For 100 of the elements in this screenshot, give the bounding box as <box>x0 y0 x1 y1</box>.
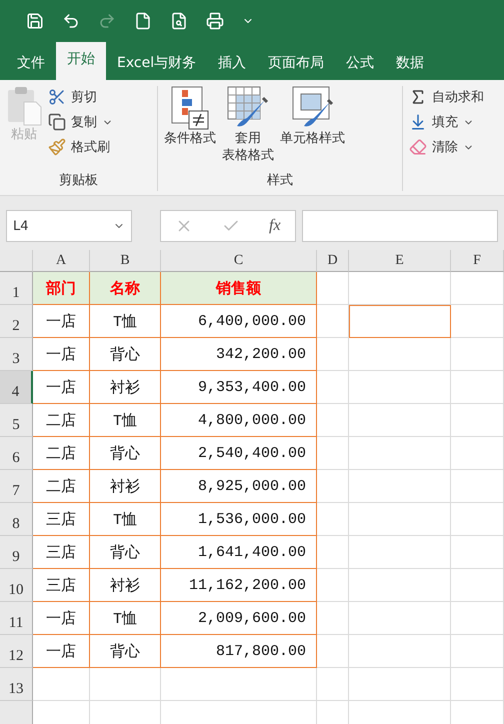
table-cell: 三店 <box>33 569 90 602</box>
empty-cell <box>317 470 349 503</box>
row-header[interactable]: 3 <box>0 338 33 371</box>
empty-cell <box>90 668 161 701</box>
formula-field[interactable] <box>302 210 498 242</box>
name-box[interactable]: L4 <box>6 210 132 242</box>
ribbon-button[interactable]: 清除 <box>409 138 484 156</box>
function-label[interactable]: fx <box>269 217 281 235</box>
group-label: 剪贴板 <box>58 172 99 190</box>
row-header[interactable]: 7 <box>0 470 33 503</box>
row-header[interactable]: 9 <box>0 536 33 569</box>
row-header[interactable]: 11 <box>0 602 33 635</box>
empty-cell <box>317 437 349 470</box>
ribbon-button[interactable]: 格式刷 <box>48 138 113 156</box>
empty-cell <box>451 569 504 602</box>
table-cell: 2,540,400.00 <box>161 437 317 470</box>
row-header[interactable]: 12 <box>0 635 33 668</box>
table-cell: 8,925,000.00 <box>161 470 317 503</box>
empty-cell <box>451 635 504 668</box>
empty-cell <box>451 602 504 635</box>
table-cell: 衬衫 <box>90 371 161 404</box>
table-cell: 衬衫 <box>90 569 161 602</box>
empty-cell <box>317 635 349 668</box>
table-cell: 销售额 <box>161 272 317 305</box>
table-cell: T恤 <box>90 602 161 635</box>
ribbon-button[interactable]: 套用 表格格式 <box>222 86 274 171</box>
empty-cell <box>451 470 504 503</box>
table-cell: 背心 <box>90 437 161 470</box>
printer-icon[interactable] <box>206 12 224 30</box>
ribbon-button[interactable]: 剪切 <box>48 88 113 106</box>
table-cell: 衬衫 <box>90 470 161 503</box>
ribbon-tab[interactable]: 插入 <box>207 46 258 80</box>
table-cell: 背心 <box>90 635 161 668</box>
table-cell: 2,009,600.00 <box>161 602 317 635</box>
empty-cell <box>451 503 504 536</box>
ribbon-button[interactable]: 填充 <box>409 113 484 131</box>
table-cell: 一店 <box>33 635 90 668</box>
table-cell: 9,353,400.00 <box>161 371 317 404</box>
ribbon-button[interactable]: 单元格样式 <box>280 86 345 171</box>
ribbon-tab[interactable]: 文件 <box>6 46 56 80</box>
row-header[interactable]: 13 <box>0 668 33 701</box>
empty-cell <box>317 668 349 701</box>
table-cell: 名称 <box>90 272 161 305</box>
row-header[interactable]: 8 <box>0 503 33 536</box>
empty-cell <box>451 338 504 371</box>
ribbon-tab[interactable]: 页面布局 <box>257 46 336 80</box>
table-cell: 一店 <box>33 602 90 635</box>
undo-icon[interactable] <box>62 12 80 30</box>
ribbon-tab[interactable]: 开始 <box>56 42 106 80</box>
print-preview-icon[interactable] <box>170 12 188 30</box>
column-header[interactable]: B <box>90 250 161 272</box>
group-label: 样式 <box>266 172 294 190</box>
new-file-icon[interactable] <box>134 12 152 30</box>
empty-cell <box>317 338 349 371</box>
empty-cell <box>317 305 349 338</box>
column-header[interactable]: F <box>451 250 504 272</box>
table-cell: 4,800,000.00 <box>161 404 317 437</box>
table-cell: 一店 <box>33 371 90 404</box>
column-header[interactable]: C <box>161 250 317 272</box>
empty-cell <box>451 305 504 338</box>
ribbon-tab[interactable]: Excel与财务 <box>106 46 208 80</box>
table-cell: 部门 <box>33 272 90 305</box>
empty-cell <box>451 668 504 701</box>
empty-cell <box>317 404 349 437</box>
ribbon-tab[interactable]: 数据 <box>385 46 436 80</box>
empty-cell <box>317 371 349 404</box>
empty-cell <box>317 503 349 536</box>
down-arrow-icon <box>409 113 427 131</box>
row-header[interactable]: 1 <box>0 272 33 305</box>
row-header[interactable]: 10 <box>0 569 33 602</box>
table-cell: 背心 <box>90 338 161 371</box>
empty-cell <box>451 536 504 569</box>
table-cell: 二店 <box>33 470 90 503</box>
save-icon[interactable] <box>26 12 44 30</box>
copy-icon <box>48 113 66 131</box>
eraser-icon <box>409 138 427 156</box>
empty-cell <box>451 272 504 305</box>
row-header[interactable]: 4 <box>0 371 33 404</box>
scissors-icon <box>48 88 66 106</box>
row-header[interactable]: 5 <box>0 404 33 437</box>
ribbon-button[interactable]: 复制 <box>48 113 113 131</box>
column-header[interactable]: D <box>317 250 349 272</box>
table-cell: 一店 <box>33 338 90 371</box>
empty-cell <box>451 371 504 404</box>
ribbon-button[interactable]: 自动求和 <box>409 88 484 106</box>
row-header[interactable]: 6 <box>0 437 33 470</box>
table-cell: 背心 <box>90 536 161 569</box>
column-header[interactable]: E <box>349 250 451 272</box>
table-cell: 1,536,000.00 <box>161 503 317 536</box>
table-cell: T恤 <box>90 404 161 437</box>
empty-cell <box>317 569 349 602</box>
ribbon-tab[interactable]: 公式 <box>335 46 386 80</box>
ribbon-button[interactable]: 条件格式 <box>164 86 216 171</box>
clipboard-icon <box>6 86 42 126</box>
row-header[interactable]: 2 <box>0 305 33 338</box>
empty-cell <box>451 437 504 470</box>
conditional-format-icon <box>171 86 209 130</box>
table-cell: 6,400,000.00 <box>161 305 317 338</box>
column-header[interactable]: A <box>33 250 90 272</box>
table-cell: 11,162,200.00 <box>161 569 317 602</box>
